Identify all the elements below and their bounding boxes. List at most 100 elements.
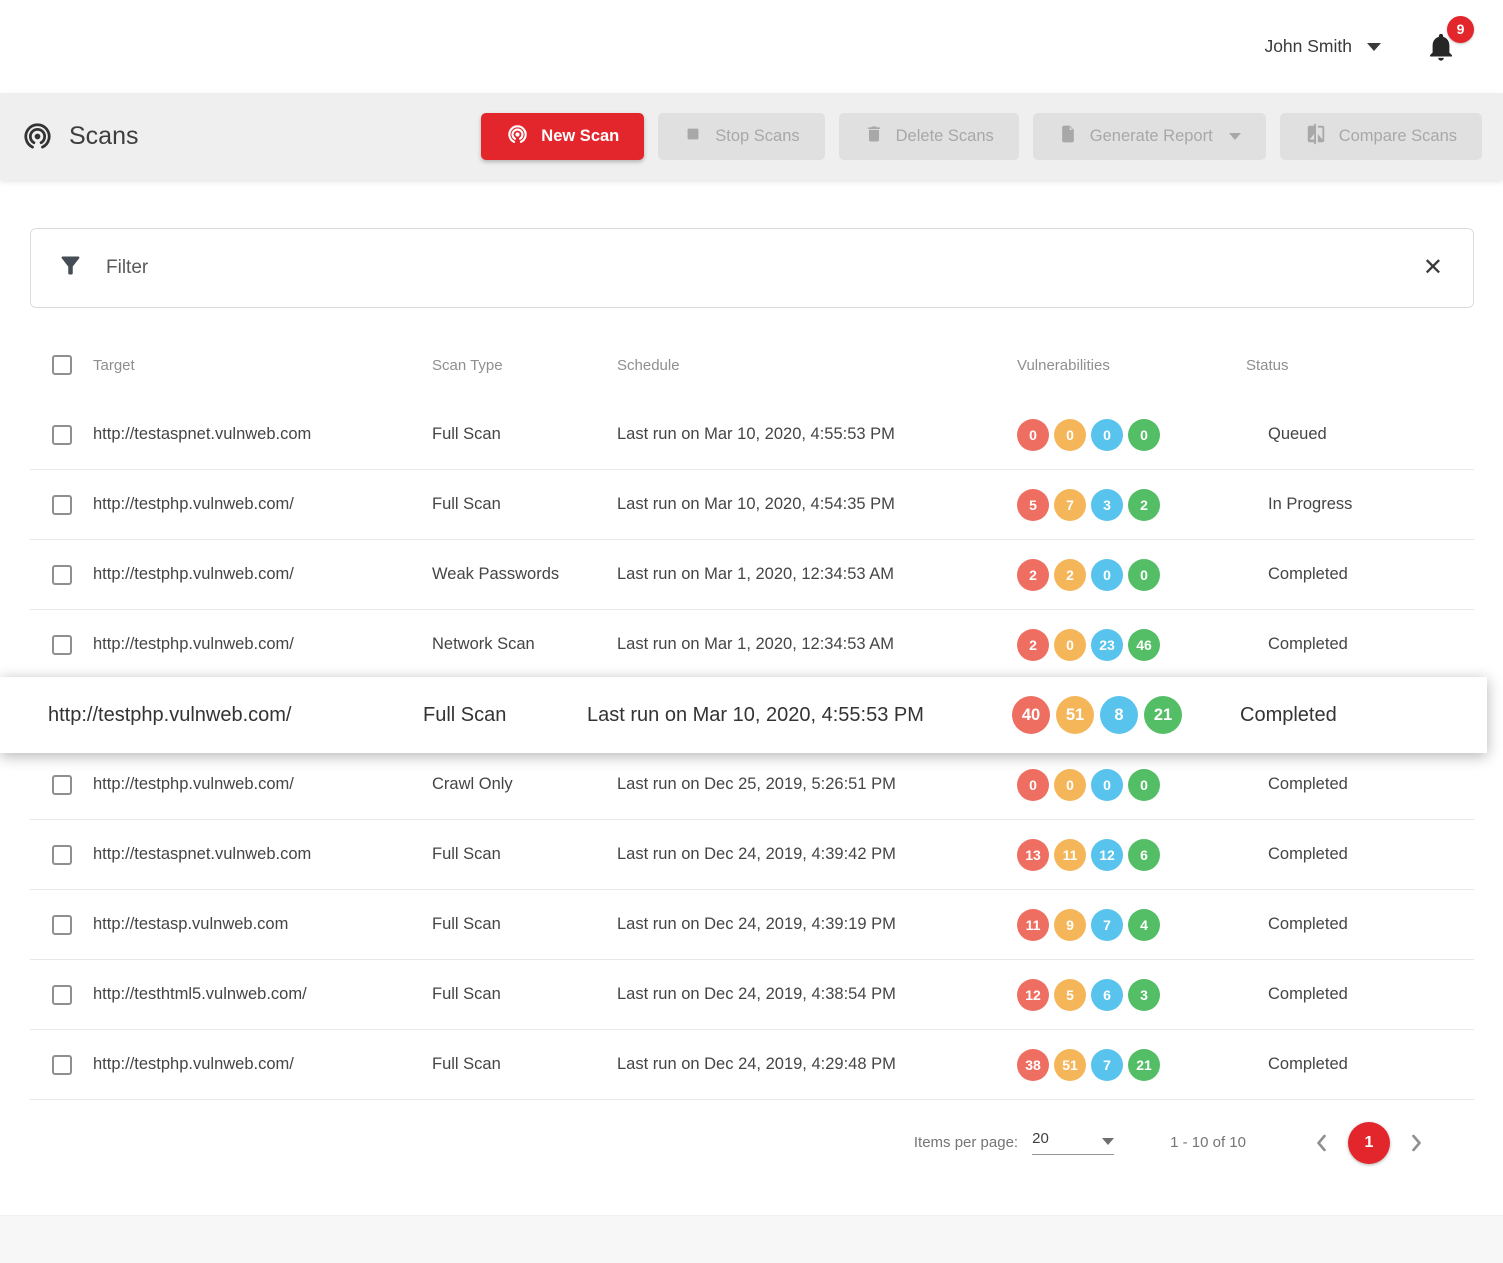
- stop-scans-button[interactable]: Stop Scans: [658, 113, 824, 160]
- vuln-badge-info: 0: [1128, 769, 1160, 801]
- row-checkbox[interactable]: [52, 495, 72, 515]
- row-target: http://testhtml5.vulnweb.com/: [93, 985, 432, 1004]
- row-vulnerabilities: 11 9 7 4: [1017, 909, 1216, 941]
- filter-label: Filter: [106, 257, 148, 279]
- page-number-button[interactable]: 1: [1348, 1122, 1390, 1164]
- vuln-badge-info: 0: [1128, 559, 1160, 591]
- footer-strip: [0, 1215, 1503, 1263]
- vuln-badge-medium: 2: [1054, 559, 1086, 591]
- vuln-badge-medium: 7: [1054, 489, 1086, 521]
- generate-report-button[interactable]: Generate Report: [1033, 113, 1266, 160]
- row-target: http://testphp.vulnweb.com/: [48, 704, 423, 727]
- filter-funnel-icon: [57, 252, 84, 284]
- row-target: http://testphp.vulnweb.com/: [93, 635, 432, 654]
- row-vulnerabilities: 2 0 23 46: [1017, 629, 1216, 661]
- row-target: http://testphp.vulnweb.com/: [93, 495, 432, 514]
- table-row[interactable]: http://testhtml5.vulnweb.com/ Full Scan …: [30, 960, 1474, 1030]
- vuln-badge-info: 6: [1128, 839, 1160, 871]
- vuln-badge-info: 4: [1128, 909, 1160, 941]
- table-row[interactable]: http://testphp.vulnweb.com/ Full Scan La…: [30, 470, 1474, 540]
- row-status: Queued: [1216, 425, 1474, 444]
- row-checkbox[interactable]: [52, 635, 72, 655]
- row-scan-type: Weak Passwords: [432, 565, 617, 584]
- vuln-badge-high: 2: [1017, 629, 1049, 661]
- row-status: In Progress: [1216, 495, 1474, 514]
- generate-report-label: Generate Report: [1090, 127, 1213, 146]
- row-status: Completed: [1216, 635, 1474, 654]
- compare-icon: [1305, 123, 1327, 150]
- row-schedule: Last run on Dec 24, 2019, 4:39:19 PM: [617, 915, 1017, 934]
- row-checkbox[interactable]: [52, 845, 72, 865]
- row-checkbox[interactable]: [52, 985, 72, 1005]
- vuln-badge-high: 13: [1017, 839, 1049, 871]
- table-row[interactable]: http://testaspnet.vulnweb.com Full Scan …: [30, 400, 1474, 470]
- items-per-page-value: 20: [1032, 1130, 1049, 1147]
- header-scan-type: Scan Type: [432, 357, 617, 374]
- row-status: Completed: [1216, 985, 1474, 1004]
- new-scan-button[interactable]: New Scan: [481, 113, 644, 160]
- table-row[interactable]: http://testphp.vulnweb.com/ Full Scan La…: [30, 1030, 1474, 1100]
- vuln-badge-low: 12: [1091, 839, 1123, 871]
- chevron-down-icon: [1229, 133, 1241, 140]
- row-checkbox[interactable]: [52, 775, 72, 795]
- next-page-button[interactable]: [1398, 1124, 1434, 1162]
- header-status: Status: [1216, 357, 1474, 374]
- delete-scans-button[interactable]: Delete Scans: [839, 113, 1019, 160]
- row-schedule: Last run on Mar 10, 2020, 4:55:53 PM: [587, 704, 1012, 727]
- filter-bar[interactable]: Filter ✕: [30, 228, 1474, 308]
- row-checkbox[interactable]: [52, 1055, 72, 1075]
- notification-count-badge: 9: [1447, 16, 1474, 43]
- compare-scans-label: Compare Scans: [1339, 127, 1457, 146]
- header-target: Target: [93, 357, 432, 374]
- previous-page-button[interactable]: [1304, 1124, 1340, 1162]
- table-header: Target Scan Type Schedule Vulnerabilitie…: [30, 330, 1474, 400]
- table-row[interactable]: http://testasp.vulnweb.com Full Scan Las…: [30, 890, 1474, 960]
- row-checkbox[interactable]: [52, 915, 72, 935]
- row-schedule: Last run on Mar 10, 2020, 4:55:53 PM: [617, 425, 1017, 444]
- vuln-badge-info: 21: [1144, 696, 1182, 734]
- user-menu[interactable]: John Smith: [1264, 36, 1381, 57]
- notifications-button[interactable]: 9: [1425, 31, 1457, 63]
- vuln-badge-info: 21: [1128, 1049, 1160, 1081]
- vuln-badge-medium: 0: [1054, 419, 1086, 451]
- vuln-badge-medium: 51: [1054, 1049, 1086, 1081]
- row-scan-type: Full Scan: [432, 425, 617, 444]
- stop-scans-label: Stop Scans: [715, 127, 799, 146]
- table-row[interactable]: http://testphp.vulnweb.com/ Network Scan…: [30, 610, 1474, 680]
- row-target: http://testasp.vulnweb.com: [93, 915, 432, 934]
- pagination-bar: Items per page: 20 1 - 10 of 10 1: [30, 1100, 1474, 1185]
- row-status: Completed: [1216, 915, 1474, 934]
- row-target: http://testphp.vulnweb.com/: [93, 565, 432, 584]
- row-status: Completed: [1216, 565, 1474, 584]
- table-row[interactable]: http://testphp.vulnweb.com/ Weak Passwor…: [30, 540, 1474, 610]
- vuln-badge-info: 2: [1128, 489, 1160, 521]
- compare-scans-button[interactable]: Compare Scans: [1280, 113, 1482, 160]
- close-icon[interactable]: ✕: [1419, 252, 1447, 284]
- toolbar: Scans New Scan Stop Scans Delete Scans: [0, 93, 1503, 180]
- vuln-badge-info: 3: [1128, 979, 1160, 1011]
- vuln-badge-low: 0: [1091, 559, 1123, 591]
- row-status: Completed: [1216, 845, 1474, 864]
- row-status: Completed: [1216, 1055, 1474, 1074]
- row-schedule: Last run on Dec 25, 2019, 5:26:51 PM: [617, 775, 1017, 794]
- table-row[interactable]: http://testphp.vulnweb.com/ Crawl Only L…: [30, 750, 1474, 820]
- row-checkbox[interactable]: [52, 565, 72, 585]
- row-scan-type: Full Scan: [423, 704, 587, 727]
- vuln-badge-low: 7: [1091, 1049, 1123, 1081]
- table-row[interactable]: http://testphp.vulnweb.com/ Full Scan La…: [0, 677, 1487, 753]
- stop-icon: [683, 124, 703, 149]
- row-vulnerabilities: 2 2 0 0: [1017, 559, 1216, 591]
- vuln-badge-medium: 5: [1054, 979, 1086, 1011]
- select-all-checkbox[interactable]: [52, 355, 72, 375]
- row-schedule: Last run on Dec 24, 2019, 4:39:42 PM: [617, 845, 1017, 864]
- table-row[interactable]: http://testaspnet.vulnweb.com Full Scan …: [30, 820, 1474, 890]
- vuln-badge-low: 0: [1091, 769, 1123, 801]
- row-status: Completed: [1240, 704, 1487, 727]
- vuln-badge-high: 38: [1017, 1049, 1049, 1081]
- vuln-badge-high: 12: [1017, 979, 1049, 1011]
- row-status: Completed: [1216, 775, 1474, 794]
- pagination-range: 1 - 10 of 10: [1170, 1134, 1246, 1151]
- items-per-page-select[interactable]: 20: [1032, 1130, 1114, 1155]
- row-vulnerabilities: 38 51 7 21: [1017, 1049, 1216, 1081]
- row-checkbox[interactable]: [52, 425, 72, 445]
